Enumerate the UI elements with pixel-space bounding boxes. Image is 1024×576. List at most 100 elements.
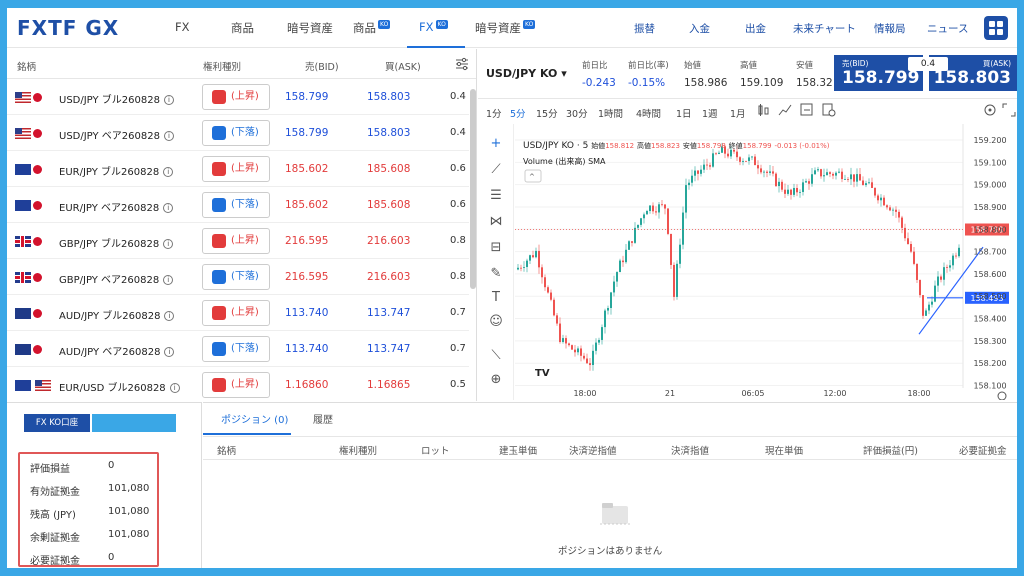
brush-icon[interactable]: ✎ (488, 266, 504, 282)
symbol-selector[interactable]: USD/JPY KO ▾ (486, 67, 567, 80)
ask-price[interactable]: 113.747 (367, 307, 410, 319)
tf-15m[interactable]: 15分 (536, 106, 558, 120)
ask-price[interactable]: 158.803 (367, 127, 410, 139)
quote-list-scrollbar[interactable] (470, 89, 476, 289)
tf-1d[interactable]: 1日 (676, 106, 692, 120)
quote-row[interactable]: USD/JPY ベア260828 i (下落) 158.799 158.803 0.4 (7, 115, 469, 151)
reset-icon[interactable] (983, 103, 997, 117)
bid-price[interactable]: 158.799 (285, 127, 328, 139)
quote-row[interactable]: AUD/JPY ブル260828 i (上昇) 113.740 113.747 0.7 (7, 295, 469, 331)
crosshair-icon[interactable]: + (488, 136, 504, 152)
ask-price[interactable]: 1.16865 (367, 379, 410, 391)
bull-type-button[interactable]: (上昇) (202, 372, 270, 398)
quote-row[interactable]: AUD/JPY ベア260828 i (下落) 113.740 113.747 0.7 (7, 331, 469, 367)
info-icon[interactable]: i (163, 95, 174, 105)
tab-fx[interactable]: FX (175, 20, 190, 34)
info-icon[interactable]: i (163, 131, 174, 141)
candle-body (652, 205, 654, 212)
bull-type-button[interactable]: (上昇) (202, 84, 270, 110)
ask-price[interactable]: 216.603 (367, 271, 410, 283)
candle-body (928, 304, 930, 311)
candle-type-icon[interactable] (756, 103, 770, 117)
link-info[interactable]: 情報局 (874, 21, 906, 36)
bull-icon (212, 90, 226, 104)
app-grid-icon[interactable] (984, 16, 1008, 40)
tf-30m[interactable]: 30分 (566, 106, 588, 120)
flag-eu-icon (15, 164, 31, 175)
fullscreen-icon[interactable] (1002, 103, 1016, 117)
link-future-chart[interactable]: 未来チャート (793, 21, 856, 36)
tab-history[interactable]: 履歴 (313, 411, 333, 426)
bull-type-button[interactable]: (上昇) (202, 156, 270, 182)
quote-row[interactable]: GBP/JPY ブル260828 i (上昇) 216.595 216.603 0.8 (7, 223, 469, 259)
flag-uk-icon (15, 272, 31, 283)
range-icon[interactable]: ⊟ (488, 240, 504, 256)
info-icon[interactable]: i (163, 275, 174, 285)
price-chart[interactable]: 158.799158.493 159.200159.100159.000158.… (515, 124, 1017, 400)
bear-type-button[interactable]: (下落) (202, 264, 270, 290)
tab-positions[interactable]: ポジション (0) (221, 411, 288, 426)
bid-price[interactable]: 1.16860 (285, 379, 328, 391)
text-icon[interactable]: T (488, 290, 504, 306)
tf-1m[interactable]: 1分 (486, 106, 502, 120)
link-withdraw[interactable]: 出金 (745, 21, 766, 36)
bull-type-button[interactable]: (上昇) (202, 228, 270, 254)
settings-sliders-icon[interactable] (455, 57, 469, 71)
info-icon[interactable]: i (163, 239, 174, 249)
ask-price[interactable]: 185.608 (367, 199, 410, 211)
tab-commodity-ko[interactable]: 商品 KO (353, 20, 391, 36)
trendline-icon[interactable]: ⟋ (488, 162, 504, 178)
bid-price[interactable]: 216.595 (285, 235, 328, 247)
bear-type-button[interactable]: (下落) (202, 120, 270, 146)
bid-price[interactable]: 158.799 (285, 91, 328, 103)
tf-4h[interactable]: 4時間 (636, 106, 661, 120)
link-news[interactable]: ニュース (927, 21, 968, 36)
info-icon[interactable]: i (164, 311, 175, 321)
pattern-icon[interactable]: ⋈ (488, 214, 504, 230)
tab-crypto[interactable]: 暗号資産 (287, 20, 333, 36)
zoom-icon[interactable]: ⊕ (488, 372, 504, 388)
bid-price[interactable]: 216.595 (285, 271, 328, 283)
candle-body (661, 204, 663, 206)
spread-value: 0.4 (450, 127, 466, 138)
link-transfer[interactable]: 振替 (634, 21, 655, 36)
tab-crypto-ko[interactable]: 暗号資産 KO (475, 20, 536, 36)
quote-row[interactable]: EUR/USD ブル260828 i (上昇) 1.16860 1.16865 0.5 (7, 367, 469, 401)
bull-type-button[interactable]: (上昇) (202, 300, 270, 326)
account-tab[interactable]: FX KO口座 (24, 414, 90, 432)
quote-row[interactable]: USD/JPY ブル260828 i (上昇) 158.799 158.803 0.4 (7, 79, 469, 115)
spread-value: 0.6 (450, 199, 466, 210)
chart-settings-icon[interactable] (997, 391, 1007, 400)
tab-commodity[interactable]: 商品 (231, 20, 254, 36)
ruler-icon[interactable]: ⟍ (488, 348, 504, 364)
info-icon[interactable]: i (163, 167, 174, 177)
fib-lines-icon[interactable]: ☰ (488, 188, 504, 204)
info-icon[interactable]: i (163, 203, 174, 213)
ask-price[interactable]: 113.747 (367, 343, 410, 355)
bid-price[interactable]: 113.740 (285, 343, 328, 355)
bid-price[interactable]: 185.602 (285, 199, 328, 211)
quote-row[interactable]: EUR/JPY ブル260828 i (上昇) 185.602 185.608 0.6 (7, 151, 469, 187)
tf-1w[interactable]: 1週 (702, 106, 718, 120)
ask-price[interactable]: 185.608 (367, 163, 410, 175)
tf-1h[interactable]: 1時間 (598, 106, 623, 120)
tf-1mo[interactable]: 1月 (730, 106, 746, 120)
template-icon[interactable] (822, 103, 836, 117)
bid-price[interactable]: 185.602 (285, 163, 328, 175)
account-selector[interactable] (92, 414, 176, 432)
quote-row[interactable]: GBP/JPY ベア260828 i (下落) 216.595 216.603 0.8 (7, 259, 469, 295)
info-icon[interactable]: i (169, 383, 180, 393)
quote-row[interactable]: EUR/JPY ベア260828 i (下落) 185.602 185.608 0.6 (7, 187, 469, 223)
ask-price[interactable]: 158.803 (367, 91, 410, 103)
compare-icon[interactable] (800, 103, 814, 117)
bid-price[interactable]: 113.740 (285, 307, 328, 319)
tab-fx-ko[interactable]: FX KO (419, 20, 448, 34)
link-deposit[interactable]: 入金 (689, 21, 710, 36)
bear-type-button[interactable]: (下落) (202, 192, 270, 218)
ask-price[interactable]: 216.603 (367, 235, 410, 247)
tf-5m[interactable]: 5分 (510, 106, 526, 120)
indicator-icon[interactable] (778, 103, 792, 117)
info-icon[interactable]: i (164, 347, 175, 357)
bear-type-button[interactable]: (下落) (202, 336, 270, 362)
emoji-icon[interactable]: ☺ (488, 314, 504, 330)
